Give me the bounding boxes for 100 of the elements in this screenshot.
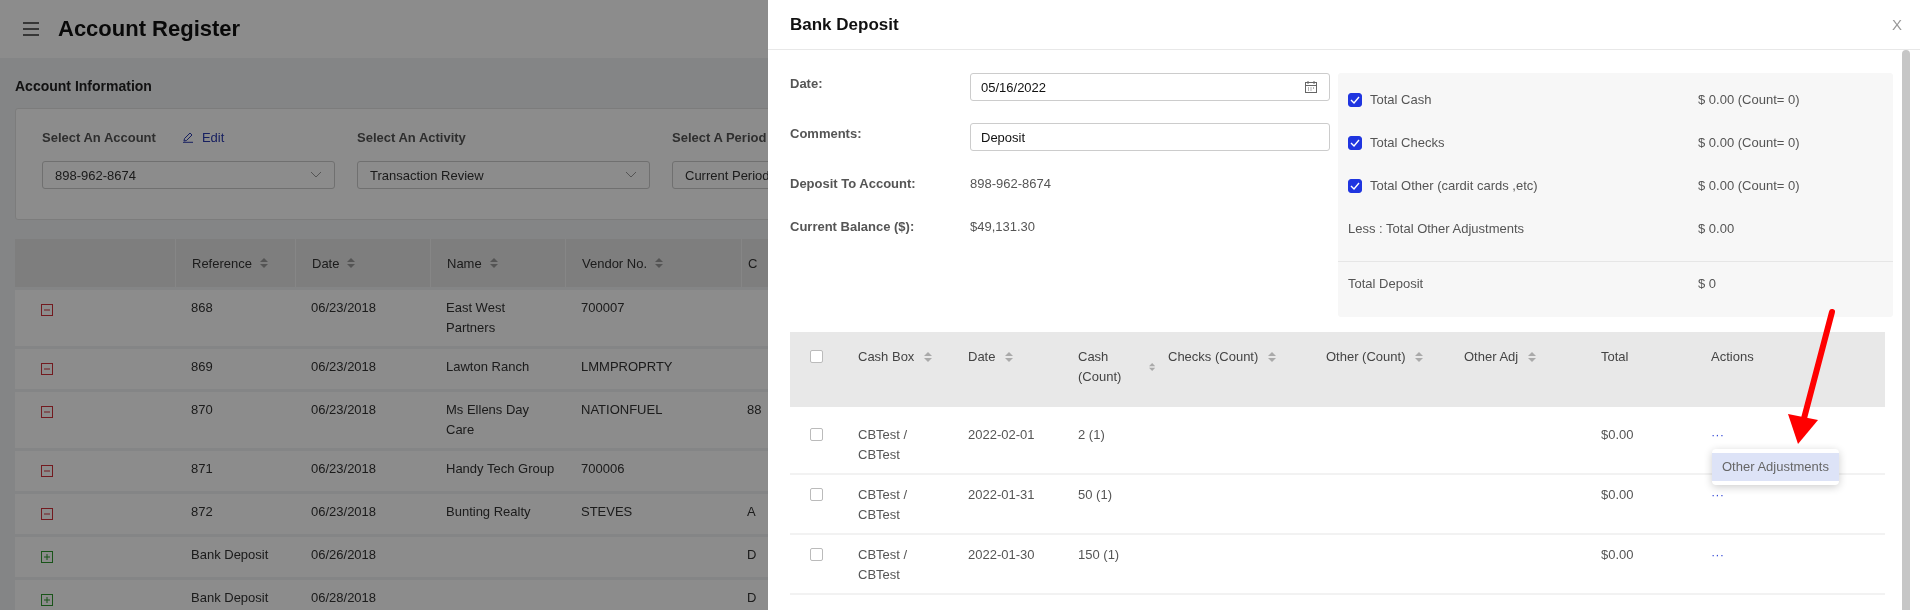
table-cell: A [747,504,756,519]
table-cell: D [747,547,757,562]
calendar-icon[interactable] [1305,81,1317,93]
total-value: $ 0.00 [1698,221,1735,236]
filter-label: Select An Account [42,129,156,145]
table-cell-text: CBTest / CBTest [858,546,909,584]
table-cell: Ms Ellens Day Care [446,402,530,437]
table-cell: $0.00 [1601,487,1634,502]
sort-icon[interactable] [1528,351,1537,363]
checkbox[interactable] [1348,135,1362,150]
table-cell: 700006 [581,461,625,476]
page-title: Account Register [58,16,241,42]
dialog-title: Bank Deposit [790,14,899,35]
column-header: Actions [1711,348,1754,366]
sort-icon[interactable] [1268,351,1277,363]
checkbox[interactable] [810,350,823,363]
column-header[interactable]: Date [295,239,430,287]
sort-icon[interactable] [924,351,933,363]
table-cell: Bank Deposit [191,547,269,562]
table-cell: 872 [191,504,213,519]
table-cell: 869 [191,359,213,374]
edit-link[interactable]: Edit [181,129,225,145]
date-field[interactable]: 05/16/2022 [970,73,1330,101]
table-cell: 2022-01-31 [968,487,1035,502]
table-cell: Bunting Realty [446,504,531,519]
form-label: Deposit To Account: [790,175,917,191]
sort-icon[interactable] [1005,351,1014,363]
chevron-down-icon[interactable] [310,171,322,179]
collapse-icon[interactable] [41,304,53,316]
table-cell: $0.00 [1601,427,1634,442]
total-label: Total Cash [1370,92,1432,107]
table-cell: $0.00 [1601,547,1634,562]
sort-icon[interactable] [347,257,356,269]
section-heading: Account Information [15,78,153,94]
table-cell: 06/23/2018 [311,504,377,519]
sort-icon[interactable] [260,257,268,269]
total-value: $ 0 [1698,276,1717,291]
total-label: Total Other (cardit cards ,etc) [1370,178,1538,193]
column-header[interactable]: Reference [175,239,295,287]
table-cell: STEVES [581,504,633,519]
form-label: Comments: [790,125,863,141]
column-header: Total [1601,348,1629,366]
more-actions-link[interactable]: ··· [1711,487,1724,502]
table-cell: 88 [747,402,762,417]
scrollbar[interactable] [1902,50,1910,610]
checkbox[interactable] [810,548,823,561]
column-header[interactable]: Vendor No. [565,239,741,287]
menu-item[interactable]: Other Adjustments [1712,453,1839,481]
collapse-icon[interactable] [41,363,53,375]
collapse-icon[interactable] [41,406,53,418]
filter-label: Select A Period [672,129,767,145]
table-cell: 2022-02-01 [968,427,1035,442]
table-cell: 06/28/2018 [311,590,377,605]
collapse-icon[interactable] [41,508,53,520]
expand-icon[interactable] [41,594,53,606]
comments-field[interactable]: Deposit [970,123,1330,151]
sort-icon[interactable] [1148,361,1155,373]
checkbox[interactable] [810,428,823,441]
filter-label: Select An Activity [357,129,466,145]
table-cell-text: CBTest / CBTest [858,486,909,524]
table-cell: 06/23/2018 [311,402,377,417]
more-actions-link[interactable]: ··· [1711,427,1724,442]
sort-icon[interactable] [489,257,498,269]
total-label: Total Checks [1370,135,1445,150]
table-cell: NATIONFUEL [581,402,663,417]
column-header[interactable]: Date [968,347,996,367]
column-header[interactable]: Other Adj [1464,347,1519,367]
table-cell: 06/26/2018 [311,547,377,562]
total-label: Less : Total Other Adjustments [1348,221,1525,236]
table-cell-text: CBTest / CBTest [858,426,909,464]
more-actions-link[interactable]: ··· [1711,547,1724,562]
column-header[interactable]: Cash (Count) [1078,347,1139,387]
menu-icon[interactable] [22,22,40,36]
checkbox[interactable] [1348,92,1362,107]
select-field[interactable]: 898-962-8674 [42,161,335,189]
table-cell: 871 [191,461,213,476]
sort-icon[interactable] [655,257,664,269]
table-cell: 06/23/2018 [311,300,377,315]
sort-icon[interactable] [1415,351,1424,363]
table-cell: 870 [191,402,213,417]
chevron-down-icon[interactable] [625,171,637,179]
column-header[interactable]: Checks (Count) [1168,347,1259,367]
table-cell: 2022-01-30 [968,547,1035,562]
collapse-icon[interactable] [41,465,53,477]
column-header[interactable]: Name [430,239,565,287]
checkbox[interactable] [1348,178,1362,193]
checkbox[interactable] [810,488,823,501]
pencil-icon[interactable] [181,131,194,143]
form-label: Date: [790,75,824,91]
total-value: $ 0.00 (Count= 0) [1698,92,1800,107]
table-cell: Lawton Ranch [446,359,530,374]
table-cell: 868 [191,300,213,315]
table-cell: 06/23/2018 [311,461,377,476]
select-field[interactable]: Transaction Review [357,161,650,189]
column-header[interactable]: Cash Box [858,347,915,367]
table-cell: 2 (1) [1078,427,1105,442]
column-header[interactable]: Other (Count) [1326,347,1406,367]
table-cell: 150 (1) [1078,547,1120,562]
total-label: Total Deposit [1348,276,1424,291]
expand-icon[interactable] [41,551,53,563]
